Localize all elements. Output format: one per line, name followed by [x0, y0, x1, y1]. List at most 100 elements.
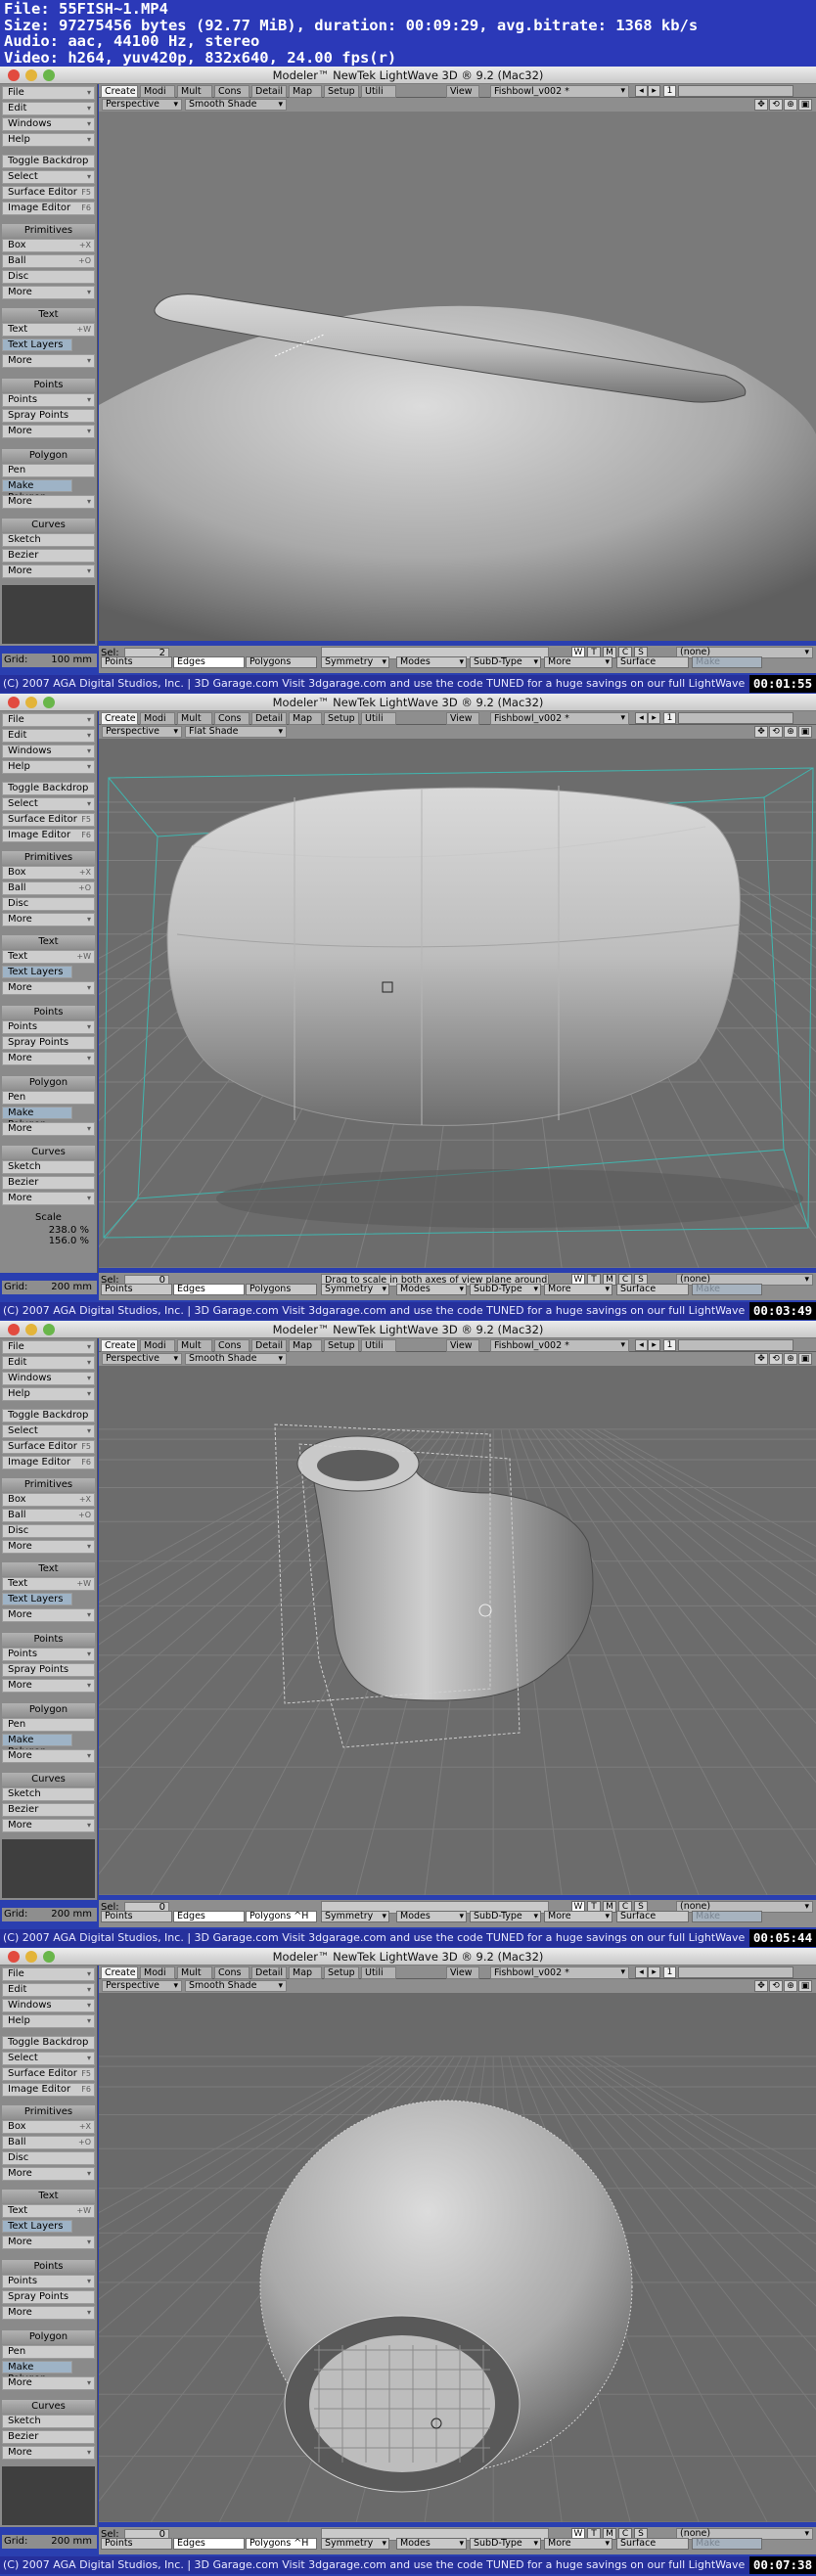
rotate-view-icon[interactable]: ⟲ [769, 726, 783, 738]
text-layers-button[interactable]: Text Layers [2, 1593, 72, 1605]
view-type-dropdown[interactable]: Perspective [102, 726, 182, 738]
subd-type-dropdown[interactable]: SubD-Type [470, 656, 541, 668]
points-mode-button[interactable]: Points [101, 2538, 172, 2550]
surface-editor-button[interactable]: Surface Editor F5 [2, 813, 95, 827]
windows-menu[interactable]: Windows ▾ [2, 745, 95, 758]
select-menu[interactable]: Select ▾ [2, 797, 95, 811]
points-button[interactable]: Points ▾ [2, 2275, 95, 2288]
subd-type-dropdown[interactable]: SubD-Type [470, 1911, 541, 1922]
more-text-menu[interactable]: More ▾ [2, 981, 95, 995]
more-text-menu[interactable]: More ▾ [2, 1608, 95, 1622]
more-dropdown[interactable]: More [544, 1284, 612, 1295]
disc-button[interactable]: Disc [2, 270, 95, 284]
tab-detail[interactable]: Detail [251, 1966, 287, 1979]
text-button[interactable]: Text +W [2, 2204, 95, 2218]
edges-mode-button[interactable]: Edges [173, 2538, 245, 2550]
layer-number[interactable]: 1 [663, 1966, 676, 1978]
ball-button[interactable]: Ball +O [2, 881, 95, 895]
rotate-view-icon[interactable]: ⟲ [769, 99, 783, 111]
tab-create[interactable]: Create [101, 1966, 138, 1979]
view-type-dropdown[interactable]: Perspective [102, 1353, 182, 1365]
toggle-backdrop-button[interactable]: Toggle Backdrop [2, 782, 95, 795]
zoom-view-icon[interactable]: ⊕ [784, 726, 797, 738]
tab-create[interactable]: Create [101, 1339, 138, 1352]
layer-number[interactable]: 1 [663, 1339, 676, 1351]
sketch-button[interactable]: Sketch [2, 1160, 95, 1174]
tab-utilities[interactable]: Utili [361, 85, 396, 98]
tab-modify[interactable]: Modi [140, 85, 175, 98]
bezier-button[interactable]: Bezier [2, 1176, 95, 1190]
box-button[interactable]: Box +X [2, 2120, 95, 2134]
edit-menu[interactable]: Edit ▾ [2, 102, 95, 115]
more-primitives-menu[interactable]: More ▾ [2, 913, 95, 926]
next-layer-icon[interactable]: ▸ [648, 712, 660, 724]
tab-multiply[interactable]: Mult [177, 1339, 212, 1352]
image-editor-button[interactable]: Image Editor F6 [2, 202, 95, 215]
sketch-button[interactable]: Sketch [2, 1787, 95, 1801]
text-button[interactable]: Text +W [2, 950, 95, 964]
surface-editor-button[interactable]: Surface Editor F5 [2, 2067, 95, 2081]
polygons-mode-button[interactable]: Polygons [246, 656, 317, 668]
tab-setup[interactable]: Setup [324, 1339, 359, 1352]
more-text-menu[interactable]: More ▾ [2, 354, 95, 368]
modes-dropdown[interactable]: Modes [396, 656, 467, 668]
next-layer-icon[interactable]: ▸ [648, 1339, 660, 1351]
object-selector-dropdown[interactable]: Fishbowl_v002 * [490, 1966, 629, 1979]
edges-mode-button[interactable]: Edges [173, 1911, 245, 1922]
text-layers-button[interactable]: Text Layers [2, 966, 72, 978]
spray-points-button[interactable]: Spray Points [2, 409, 95, 423]
tab-map[interactable]: Map [289, 712, 322, 725]
tab-construct[interactable]: Cons [214, 1966, 249, 1979]
text-button[interactable]: Text +W [2, 1577, 95, 1591]
make-button[interactable]: Make [692, 1911, 762, 1922]
tab-detail[interactable]: Detail [251, 85, 287, 98]
more-polygon-menu[interactable]: More ▾ [2, 495, 95, 509]
scale-value-horizontal[interactable]: 238.0 % [2, 1225, 95, 1236]
previous-layer-icon[interactable]: ◂ [635, 712, 648, 724]
bezier-button[interactable]: Bezier [2, 549, 95, 563]
render-mode-dropdown[interactable]: Smooth Shade [185, 1980, 287, 1992]
zoom-view-icon[interactable]: ⊕ [784, 1353, 797, 1365]
zoom-view-icon[interactable]: ⊕ [784, 99, 797, 111]
symmetry-button[interactable]: Symmetry [321, 656, 389, 668]
more-polygon-menu[interactable]: More ▾ [2, 1122, 95, 1136]
more-curves-menu[interactable]: More ▾ [2, 2446, 95, 2460]
rotate-view-icon[interactable]: ⟲ [769, 1353, 783, 1365]
points-button[interactable]: Points ▾ [2, 1648, 95, 1661]
object-selector-dropdown[interactable]: Fishbowl_v002 * [490, 1339, 629, 1352]
previous-layer-icon[interactable]: ◂ [635, 85, 648, 97]
modes-dropdown[interactable]: Modes [396, 1284, 467, 1295]
tab-modify[interactable]: Modi [140, 1339, 175, 1352]
tab-detail[interactable]: Detail [251, 1339, 287, 1352]
make-button[interactable]: Make [692, 2538, 762, 2550]
windows-menu[interactable]: Windows ▾ [2, 1372, 95, 1385]
pen-button[interactable]: Pen [2, 1091, 95, 1105]
make-button[interactable]: Make [692, 656, 762, 668]
maximize-view-icon[interactable]: ▣ [798, 1353, 812, 1365]
disc-button[interactable]: Disc [2, 897, 95, 911]
box-button[interactable]: Box +X [2, 239, 95, 252]
more-curves-menu[interactable]: More ▾ [2, 1819, 95, 1832]
tab-utilities[interactable]: Utili [361, 1966, 396, 1979]
file-menu[interactable]: File ▾ [2, 86, 95, 100]
points-button[interactable]: Points ▾ [2, 1020, 95, 1034]
image-editor-button[interactable]: Image Editor F6 [2, 2083, 95, 2097]
spray-points-button[interactable]: Spray Points [2, 1036, 95, 1050]
text-layers-button[interactable]: Text Layers [2, 339, 72, 351]
more-points-menu[interactable]: More ▾ [2, 1679, 95, 1693]
image-editor-button[interactable]: Image Editor F6 [2, 1456, 95, 1469]
render-mode-dropdown[interactable]: Smooth Shade [185, 99, 287, 111]
pen-button[interactable]: Pen [2, 2345, 95, 2359]
text-button[interactable]: Text +W [2, 323, 95, 337]
disc-button[interactable]: Disc [2, 1524, 95, 1538]
move-view-icon[interactable]: ✥ [754, 726, 768, 738]
polygons-mode-button[interactable]: Polygons [246, 1284, 317, 1295]
tab-map[interactable]: Map [289, 1339, 322, 1352]
box-button[interactable]: Box +X [2, 866, 95, 880]
subd-type-dropdown[interactable]: SubD-Type [470, 1284, 541, 1295]
render-mode-dropdown[interactable]: Flat Shade [185, 726, 287, 738]
pen-button[interactable]: Pen [2, 1718, 95, 1732]
windows-menu[interactable]: Windows ▾ [2, 117, 95, 131]
tab-setup[interactable]: Setup [324, 1966, 359, 1979]
layer-buttons-strip[interactable] [678, 1966, 793, 1978]
